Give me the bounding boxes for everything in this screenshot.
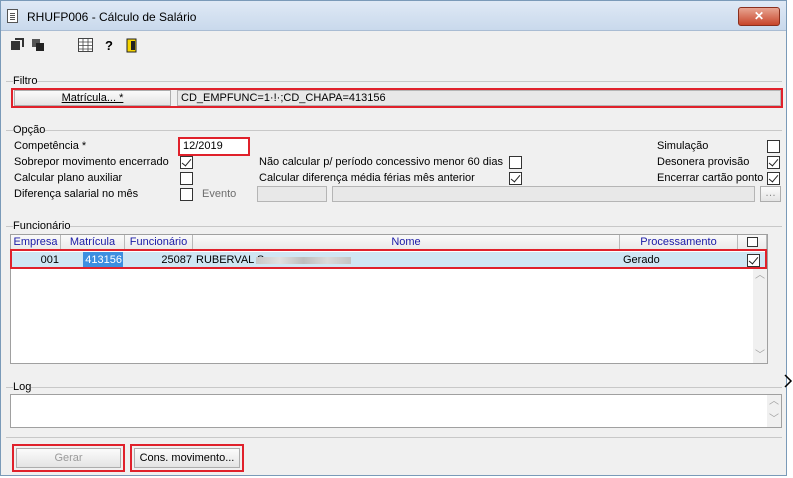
filtro-value-field[interactable]: CD_EMPFUNC=1·!·;CD_CHAPA=413156 [177,90,781,106]
export-icon[interactable] [9,38,25,54]
toolbar: ? [1,31,786,61]
footer-divider [6,437,782,438]
log-label: Log [13,381,32,393]
sobrepor-checkbox[interactable] [180,156,193,169]
document-icon [7,9,18,23]
sobrepor-label: Sobrepor movimento encerrado [14,156,169,168]
log-textarea[interactable]: ︿ ﹀ [10,394,782,428]
simulacao-checkbox[interactable] [767,140,780,153]
encerrar-checkbox[interactable] [767,172,780,185]
row-highlight [10,249,767,269]
log-scroll-down-icon[interactable]: ﹀ [769,415,779,425]
matricula-button[interactable]: Matrícula... * [14,90,171,106]
main-window: RHUFP006 - Cálculo de Salário ✕ ? Filtro… [0,0,787,476]
simulacao-label: Simulação [657,140,709,152]
filtro-label: Filtro [13,75,38,87]
funcionario-label: Funcionário [13,220,71,232]
evento-label: Evento [202,188,237,200]
nao-calcular-label: Não calcular p/ período concessivo menor… [259,156,503,168]
select-all-checkbox[interactable] [746,237,758,247]
cons-movimento-button[interactable]: Cons. movimento... [134,448,240,468]
plano-checkbox[interactable] [180,172,193,185]
window-title: RHUFP006 - Cálculo de Salário [27,10,197,24]
grid-icon[interactable] [77,38,93,54]
log-scrollbar[interactable]: ︿ ﹀ [767,395,781,427]
scroll-up-icon[interactable]: ︿ [755,271,765,281]
plano-label: Calcular plano auxiliar [14,172,123,184]
grid-scrollbar[interactable]: ︿ ﹀ [753,269,767,363]
desonera-label: Desonera provisão [657,156,750,168]
help-icon[interactable]: ? [101,38,117,54]
title-bar: RHUFP006 - Cálculo de Salário ✕ [1,1,786,31]
competencia-input[interactable]: 12/2019 [180,139,248,154]
close-button[interactable]: ✕ [738,7,780,26]
diferenca-media-checkbox[interactable] [509,172,522,185]
diferenca-checkbox[interactable] [180,188,193,201]
exit-icon[interactable] [124,38,140,54]
desonera-checkbox[interactable] [767,156,780,169]
encerrar-label: Encerrar cartão ponto [657,172,764,184]
evento-input[interactable] [257,186,327,202]
diferenca-label: Diferença salarial no mês [14,188,139,200]
nao-calcular-checkbox[interactable] [509,156,522,169]
opcao-label: Opção [13,124,46,136]
competencia-label: Competência * [14,140,87,152]
scroll-down-icon[interactable]: ﹀ [755,351,765,361]
cursor-icon [784,374,793,388]
evento-lookup-button[interactable]: … [760,186,781,202]
evento-description [332,186,755,202]
diferenca-media-label: Calcular diferença média férias mês ante… [259,172,475,184]
gerar-button[interactable]: Gerar [16,448,121,468]
log-scroll-up-icon[interactable]: ︿ [769,397,779,407]
copy-icon[interactable] [30,38,46,54]
